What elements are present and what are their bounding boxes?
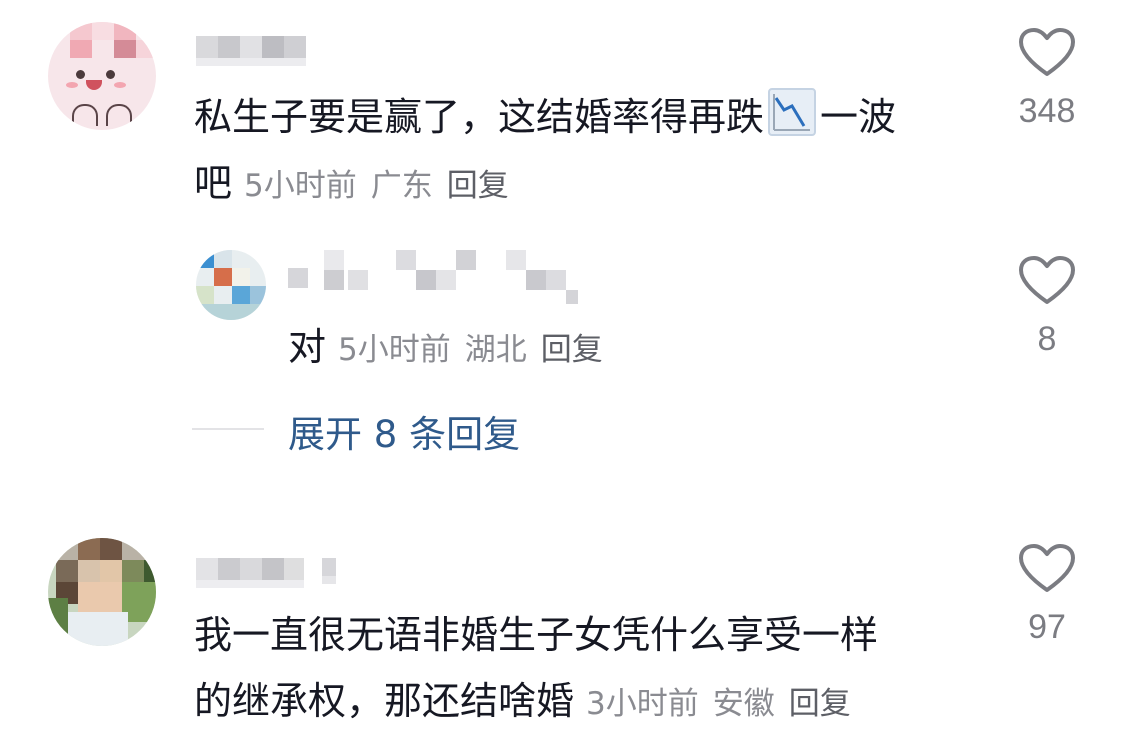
comment-meta: 3小时前 安徽 回复: [586, 686, 865, 722]
reply-like-button[interactable]: 8: [997, 256, 1097, 359]
reply-button[interactable]: 回复: [789, 686, 851, 722]
heart-outline-icon[interactable]: [1019, 544, 1075, 594]
comment-region: 广东: [370, 168, 433, 204]
reply-region: 湖北: [464, 332, 527, 368]
heart-outline-icon[interactable]: [1019, 28, 1075, 78]
comment-region: 安徽: [712, 686, 775, 722]
comment-text-line2: 吧 5小时前 广东 回复: [194, 150, 523, 219]
reply-time: 5小时前: [338, 332, 451, 368]
comment-text: 我一直很无语非婚生子女凭什么享受一样: [194, 613, 879, 657]
comment-meta: 5小时前 广东 回复: [244, 168, 523, 204]
comment-time: 5小时前: [244, 168, 357, 204]
chart-decreasing-emoji: [768, 88, 817, 136]
heart-outline-icon[interactable]: [1019, 256, 1075, 306]
comment-text: 私生子要是赢了，这结婚率得再跌 一波: [194, 84, 896, 150]
avatar[interactable]: [48, 22, 156, 130]
comment-text-line2: 的继承权，那还结啥婚 3小时前 安徽 回复: [194, 668, 865, 737]
reply-like-count: 8: [1037, 320, 1057, 358]
reply-reply-button[interactable]: 回复: [541, 332, 603, 368]
expand-divider: [192, 428, 264, 430]
expand-replies-button[interactable]: 展开 8 条回复: [288, 404, 520, 458]
comment-time: 3小时前: [586, 686, 699, 722]
username-blurred[interactable]: [196, 32, 308, 92]
reply-avatar[interactable]: [196, 250, 266, 320]
reply-button[interactable]: 回复: [447, 168, 509, 204]
reply-text: 对 5小时前 湖北 回复: [288, 314, 617, 383]
reply-meta: 5小时前 湖北 回复: [338, 332, 617, 368]
like-button[interactable]: 348: [997, 28, 1097, 131]
like-button[interactable]: 97: [997, 544, 1097, 647]
like-count: 348: [1018, 92, 1076, 130]
like-count: 97: [1028, 608, 1066, 646]
avatar[interactable]: [48, 538, 156, 646]
reply-username-blurred[interactable]: [288, 250, 578, 310]
